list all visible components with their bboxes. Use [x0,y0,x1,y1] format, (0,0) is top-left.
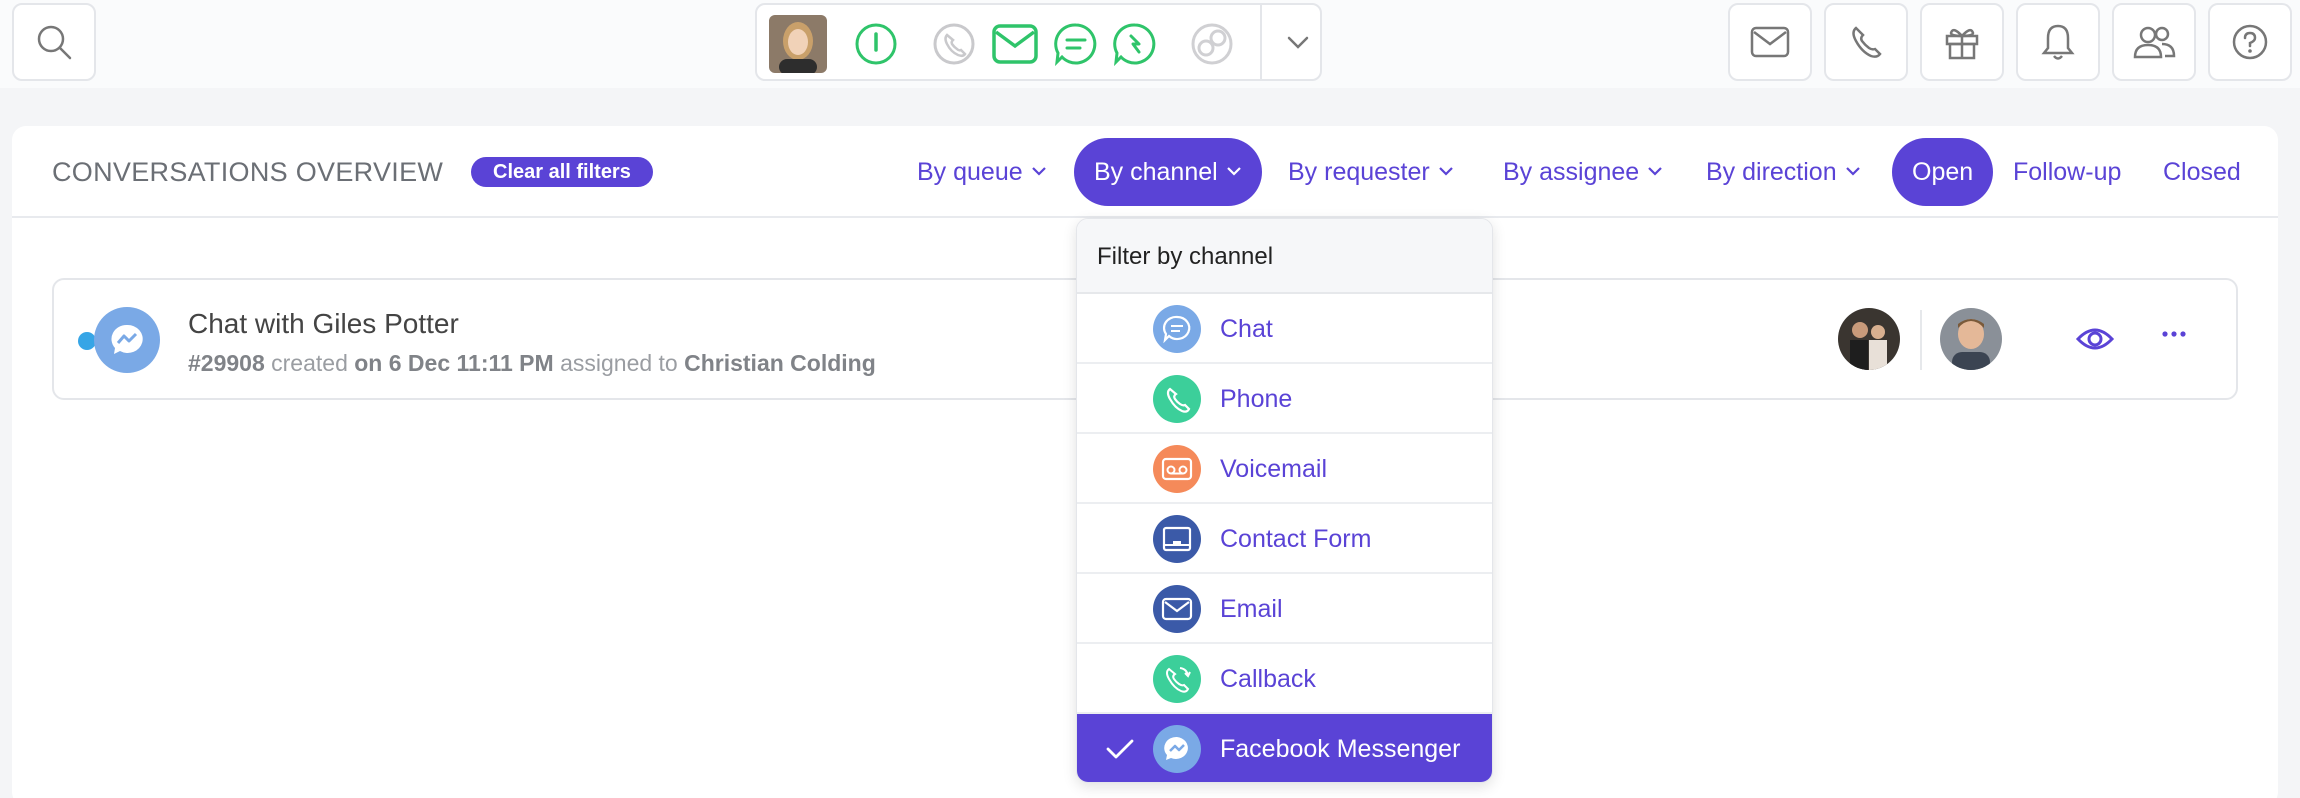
chevron-down-icon [1845,167,1860,176]
dropdown-title: Filter by channel [1077,219,1492,294]
chat-icon[interactable] [1054,22,1098,66]
filter-by-direction[interactable]: By direction [1706,138,1861,206]
phone-button[interactable] [1824,3,1908,81]
top-bar [0,0,2300,88]
voicemail-icon [1153,445,1201,493]
more-icon[interactable] [2160,320,2188,348]
status-divider [1260,5,1262,79]
channel-option-voicemail[interactable]: Voicemail [1077,434,1492,504]
search-button[interactable] [12,3,96,81]
phone-icon [1852,26,1882,58]
tab-follow-up[interactable]: Follow-up [2013,138,2121,206]
channel-option-contact-form[interactable]: Contact Form [1077,504,1492,574]
channel-option-phone[interactable]: Phone [1077,364,1492,434]
filter-by-requester[interactable]: By requester [1288,138,1454,206]
phone-icon [1153,375,1201,423]
chevron-down-icon [1648,167,1662,176]
email-icon [1153,585,1201,633]
filter-by-assignee[interactable]: By assignee [1503,138,1663,206]
search-icon [37,25,72,60]
eye-icon[interactable] [2076,324,2114,354]
gift-button[interactable] [1920,3,2004,81]
messenger-icon [1153,725,1201,773]
tab-closed[interactable]: Closed [2163,138,2241,206]
my-avatar[interactable] [769,15,827,73]
contact-form-icon [1153,515,1201,563]
bell-icon [2041,24,2075,60]
clear-filters-button[interactable]: Clear all filters [471,157,653,187]
conversation-date: on 6 Dec 11:11 PM [354,350,554,376]
conversation-title: Chat with Giles Potter [188,308,459,339]
channel-option-facebook-messenger[interactable]: Facebook Messenger [1077,714,1492,782]
email-button[interactable] [1728,3,1812,81]
email-icon[interactable] [991,22,1039,66]
channel-filter-dropdown: Filter by channel Chat Phone Voicemail C… [1076,218,1493,783]
callback-icon [1153,655,1201,703]
assignee-avatar[interactable] [1940,308,2002,370]
conversation-meta: #29908 created on 6 Dec 11:11 PM assigne… [188,350,876,376]
channel-option-chat[interactable]: Chat [1077,294,1492,364]
help-icon [2232,24,2268,60]
panel-header: CONVERSATIONS OVERVIEW Clear all filters… [12,126,2278,218]
filter-by-queue[interactable]: By queue [917,138,1047,206]
conversation-id: #29908 [188,350,265,376]
channel-option-callback[interactable]: Callback [1077,644,1492,714]
requester-avatar[interactable] [1838,308,1900,370]
messenger-channel-badge [94,307,160,373]
chevron-down-icon [1226,167,1241,176]
notifications-button[interactable] [2016,3,2100,81]
channel-option-email[interactable]: Email [1077,574,1492,644]
chevron-down-icon [1438,167,1453,176]
filter-by-channel[interactable]: By channel [1074,138,1262,206]
chat-icon [1153,305,1201,353]
conversation-assignee: Christian Colding [684,350,876,376]
social-icon[interactable] [1190,22,1234,66]
email-icon [1750,26,1790,58]
avatar-divider [1920,310,1922,370]
agent-status-group [755,3,1322,81]
messenger-icon [111,324,143,354]
chevron-down-icon[interactable] [1284,29,1312,57]
team-button[interactable] [2112,3,2196,81]
help-button[interactable] [2208,3,2292,81]
tab-open[interactable]: Open [1892,138,1994,206]
chevron-down-icon [1031,167,1046,176]
checkmark-icon [1106,739,1134,759]
page-title: CONVERSATIONS OVERVIEW [52,157,444,187]
phone-icon[interactable] [932,22,976,66]
callback-icon[interactable] [1113,22,1157,66]
team-icon [2133,26,2176,59]
power-icon[interactable] [854,22,898,66]
gift-icon [1945,28,1979,60]
